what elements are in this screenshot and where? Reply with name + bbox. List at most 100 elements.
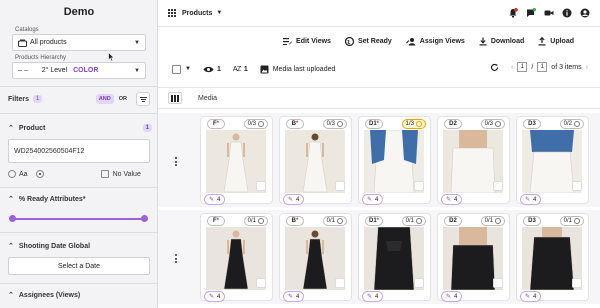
assignee-badge[interactable]: ✎ 4 <box>441 194 463 205</box>
select-media-checkbox[interactable] <box>414 181 424 191</box>
assignee-badge[interactable]: ✎ 4 <box>204 291 226 302</box>
products-menu[interactable]: Products <box>182 10 212 17</box>
upload-button[interactable]: Upload <box>538 36 574 46</box>
filter-settings-button[interactable] <box>136 92 150 106</box>
visible-count[interactable]: 1 <box>203 66 221 73</box>
media-card[interactable]: D3 0/2 ✎ 4 <box>516 116 589 205</box>
assignee-badge[interactable]: ✎ 4 <box>204 194 226 205</box>
sort-control[interactable]: AZ 1 <box>233 66 248 73</box>
page-size-input[interactable]: 1 <box>537 62 548 72</box>
media-count-badge: 0/3 <box>243 119 268 129</box>
assign-views-button[interactable]: Assign Views <box>405 37 465 46</box>
select-date-button[interactable]: Select a Date <box>8 257 150 275</box>
info-icon[interactable] <box>562 8 572 18</box>
shooting-date-header[interactable]: ⌃ Shooting Date Global <box>8 240 152 252</box>
media-card[interactable]: F * 0/1 ✎ 4 <box>200 213 273 302</box>
account-icon[interactable] <box>580 8 590 18</box>
media-last-uploaded-toggle[interactable]: Media last uploaded <box>260 65 335 74</box>
view-code-badge: D1 * <box>365 216 384 226</box>
select-media-checkbox[interactable] <box>493 278 503 288</box>
ready-attributes-header[interactable]: ⌃ % Ready Attributes* <box>8 193 152 205</box>
list-toolbar: ▼ 1 AZ 1 Media last uploaded ‹ 1 / 1 of … <box>158 58 600 80</box>
media-card[interactable]: F * 0/3 ✎ 4 <box>200 116 273 205</box>
assignee-count: 4 <box>454 196 458 203</box>
assignee-badge[interactable]: ✎ 4 <box>283 291 305 302</box>
or-button[interactable]: OR <box>116 94 130 104</box>
chevron-down-icon[interactable]: ▼ <box>216 10 222 16</box>
assignee-badge[interactable]: ✎ 4 <box>520 291 542 302</box>
product-search-input[interactable]: WD254002560504F12 <box>8 139 150 163</box>
media-card[interactable]: B * 0/1 ✎ 4 <box>279 213 352 302</box>
action-bar: Edit Views Set Ready Assign Views Downlo… <box>158 30 600 52</box>
assignees-label: Assignees (Views) <box>18 291 81 299</box>
assignee-count: 4 <box>375 196 379 203</box>
media-count: 0/3 <box>247 121 256 127</box>
product-section-header[interactable]: ⌃ Product 1 <box>8 122 152 134</box>
view-code: D1 <box>369 121 377 127</box>
assignees-header[interactable]: ⌃ Assignees (Views) <box>8 289 152 301</box>
select-media-checkbox[interactable] <box>335 278 345 288</box>
ready-attributes-slider[interactable] <box>9 215 148 222</box>
video-camera-icon[interactable] <box>544 8 554 18</box>
no-value-checkbox[interactable] <box>100 170 109 178</box>
next-page-icon[interactable]: › <box>586 64 588 71</box>
chat-icon[interactable] <box>526 8 536 18</box>
assign-user-icon: ✎ <box>288 294 294 300</box>
and-button[interactable]: AND <box>95 94 114 104</box>
catalogs-value: All products <box>30 39 67 46</box>
chevron-down-icon[interactable]: ▼ <box>185 66 191 72</box>
assign-user-icon: ✎ <box>446 294 452 300</box>
slider-min-handle[interactable] <box>9 215 16 222</box>
select-media-checkbox[interactable] <box>414 278 424 288</box>
column-view-button[interactable] <box>168 92 182 104</box>
divider <box>0 283 157 284</box>
select-all[interactable]: ▼ <box>172 64 191 74</box>
row-menu-icon[interactable] <box>175 157 178 168</box>
product-row[interactable]: F * 0/1 ✎ 4 B * 0/1 ✎ 4 D1 * 0/1 ✎ 4 D2 0/1 ✎ 4 D3 0/1 ✎ 4 <box>158 210 600 304</box>
media-card[interactable]: D2 0/3 ✎ 4 <box>437 116 510 205</box>
media-card[interactable]: D1 * 0/1 ✎ 4 <box>358 213 431 302</box>
edit-views-button[interactable]: Edit Views <box>283 37 331 45</box>
media-card[interactable]: D2 0/1 ✎ 4 <box>437 213 510 302</box>
refresh-icon[interactable] <box>490 63 499 72</box>
select-media-checkbox[interactable] <box>256 278 266 288</box>
catalogs-select[interactable]: All products ▼ <box>12 34 146 51</box>
catalog-icon <box>18 39 27 47</box>
media-count-badge: 0/3 <box>480 119 505 129</box>
assign-user-icon <box>405 37 416 45</box>
select-all-checkbox[interactable] <box>172 64 181 74</box>
slider-max-handle[interactable] <box>141 215 148 222</box>
page-current-input[interactable]: 1 <box>517 62 528 72</box>
and-or-toggle: AND OR <box>95 94 130 104</box>
set-ready-button[interactable]: Set Ready <box>344 36 392 46</box>
radio-exact[interactable] <box>35 170 44 178</box>
assignee-badge[interactable]: ✎ 4 <box>441 291 463 302</box>
media-card[interactable]: D1 * 1/3 ✎ 4 <box>358 116 431 205</box>
image-icon <box>260 65 269 73</box>
apps-grid-icon[interactable] <box>168 8 177 18</box>
status-globe-icon <box>495 121 501 127</box>
select-media-checkbox[interactable] <box>493 181 503 191</box>
radio-case[interactable] <box>8 170 16 178</box>
row-menu-icon[interactable] <box>175 254 178 265</box>
aa-label: Aa <box>19 170 28 178</box>
assignee-badge[interactable]: ✎ 4 <box>362 291 384 302</box>
bell-icon[interactable] <box>508 8 518 18</box>
assignee-badge[interactable]: ✎ 4 <box>520 194 542 205</box>
assignee-badge[interactable]: ✎ 4 <box>283 194 305 205</box>
view-code: D2 <box>449 218 457 224</box>
view-code: D3 <box>528 121 536 127</box>
previous-page-icon[interactable]: ‹ <box>511 64 513 71</box>
media-count: 0/1 <box>405 218 414 224</box>
select-media-checkbox[interactable] <box>256 181 266 191</box>
download-button[interactable]: Download <box>479 37 524 46</box>
select-media-checkbox[interactable] <box>572 278 582 288</box>
media-card[interactable]: D3 0/1 ✎ 4 <box>516 213 589 302</box>
media-card[interactable]: B * 0/3 ✎ 4 <box>279 116 352 205</box>
status-globe-icon <box>337 218 343 224</box>
select-media-checkbox[interactable] <box>335 181 345 191</box>
select-media-checkbox[interactable] <box>572 181 582 191</box>
assignee-badge[interactable]: ✎ 4 <box>362 194 384 205</box>
hierarchy-select[interactable]: – – 2° Level COLOR ▼ <box>12 62 146 79</box>
product-row[interactable]: F * 0/3 ✎ 4 B * 0/3 ✎ 4 D1 * 1/3 ✎ 4 D2 0/3 ✎ 4 D3 0/2 ✎ 4 <box>158 113 600 207</box>
